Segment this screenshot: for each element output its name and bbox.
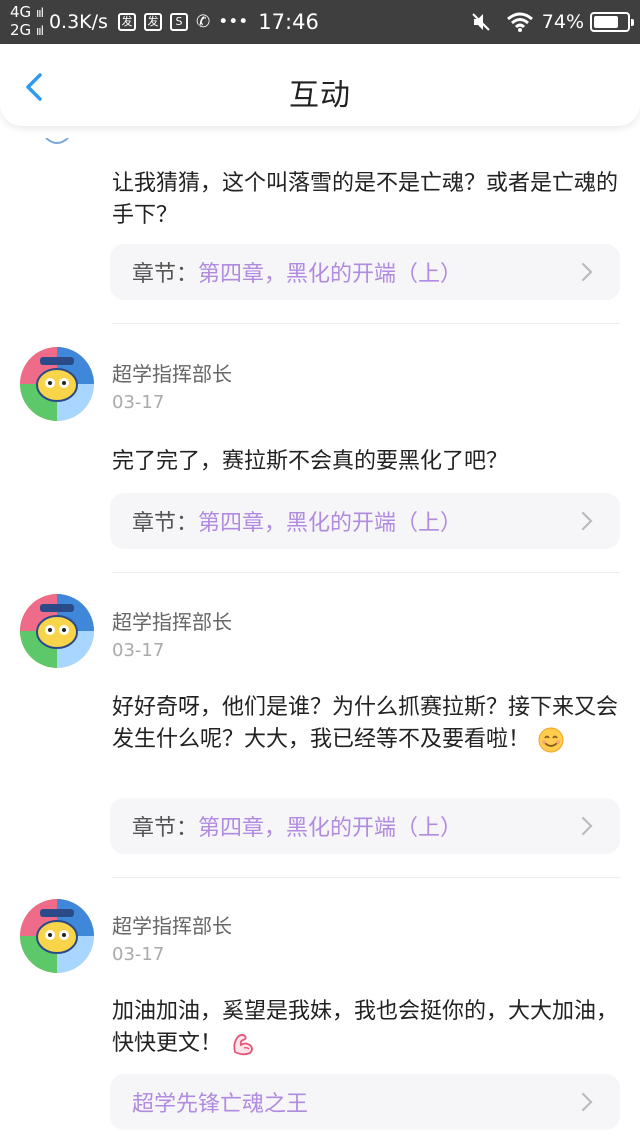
divider [112, 323, 620, 324]
comment-date: 03-17 [112, 640, 165, 661]
comment-date: 03-17 [112, 392, 165, 413]
comment-date: 03-17 [112, 944, 165, 965]
notification-icon: 发 [117, 13, 136, 31]
divider [112, 572, 620, 573]
clock: 17:46 [258, 10, 319, 34]
more-icon: ••• [218, 12, 249, 32]
signal-icon: ııl [35, 6, 44, 20]
comment-text: 让我猜猜，这个叫落雪的是不是亡魂？或者是亡魂的手下？ [112, 171, 619, 228]
chapter-link[interactable]: 章节： 第四章，黑化的开端（上） [110, 798, 620, 854]
chapter-title: 第四章，黑化的开端（上） [198, 262, 463, 287]
page-title: 互动 [289, 78, 351, 113]
notification-icon: 发 [143, 13, 162, 31]
chapter-link[interactable]: 超学先锋亡魂之王 [110, 1074, 620, 1130]
status-right: 74% [470, 11, 634, 33]
chapter-title: 第四章，黑化的开端（上） [198, 816, 463, 841]
chevron-right-icon [581, 1092, 593, 1112]
author-name[interactable]: 超学指挥部长 [112, 358, 232, 387]
chapter-prefix: 章节： [132, 816, 199, 841]
chevron-right-icon [581, 816, 593, 836]
notification-icon: S [169, 13, 188, 31]
author-name[interactable]: 超学指挥部长 [112, 910, 232, 939]
muscle-emoji-icon [233, 1033, 253, 1056]
chapter-title: 第四章，黑化的开端（上） [198, 511, 463, 536]
network-indicator: 4G ııl 2G ııl [10, 3, 44, 40]
divider [112, 877, 620, 878]
avatar-edge [45, 138, 69, 144]
network-2g: 2G [10, 21, 32, 39]
battery-icon [590, 12, 634, 32]
signal-icon: ııl [35, 24, 44, 38]
network-4g: 4G [10, 3, 32, 21]
avatar[interactable] [20, 899, 94, 973]
chapter-title: 超学先锋亡魂之王 [132, 1092, 309, 1117]
mute-icon [472, 13, 490, 31]
avatar[interactable] [20, 347, 94, 421]
network-speed: 0.3K/s [48, 11, 108, 33]
comment-text: 完了完了，赛拉斯不会真的要黑化了吧？ [112, 449, 509, 474]
top-app-bar: 互动 [0, 44, 640, 126]
status-bar: 4G ııl 2G ııl 0.3K/s 发 发 S ✆ ••• 17:46 7… [0, 0, 640, 44]
author-name[interactable]: 超学指挥部长 [112, 606, 232, 635]
smile-emoji-icon [538, 727, 564, 753]
avatar-image [20, 899, 94, 973]
comment-text: 加油加油，奚望是我妹，我也会挺你的，大大加油，快快更文！ [112, 996, 618, 1060]
chapter-link[interactable]: 章节： 第四章，黑化的开端（上） [110, 244, 620, 300]
chapter-prefix: 章节： [132, 262, 199, 287]
chevron-right-icon [581, 262, 593, 282]
avatar-image [20, 347, 94, 421]
avatar-image [20, 594, 94, 668]
comment-text: 好好奇呀，他们是谁？为什么抓赛拉斯？接下来又会发生什么呢？大大，我已经等不及要看… [112, 692, 618, 756]
chapter-prefix: 章节： [132, 511, 199, 536]
avatar[interactable] [20, 594, 94, 668]
battery-percent: 74% [541, 11, 584, 33]
chapter-link[interactable]: 章节： 第四章，黑化的开端（上） [110, 493, 620, 549]
chevron-right-icon [581, 511, 593, 531]
call-icon: ✆ [195, 12, 211, 32]
wifi-icon [506, 12, 533, 32]
comment-text-body: 加油加油，奚望是我妹，我也会挺你的，大大加油，快快更文！ [112, 999, 619, 1056]
